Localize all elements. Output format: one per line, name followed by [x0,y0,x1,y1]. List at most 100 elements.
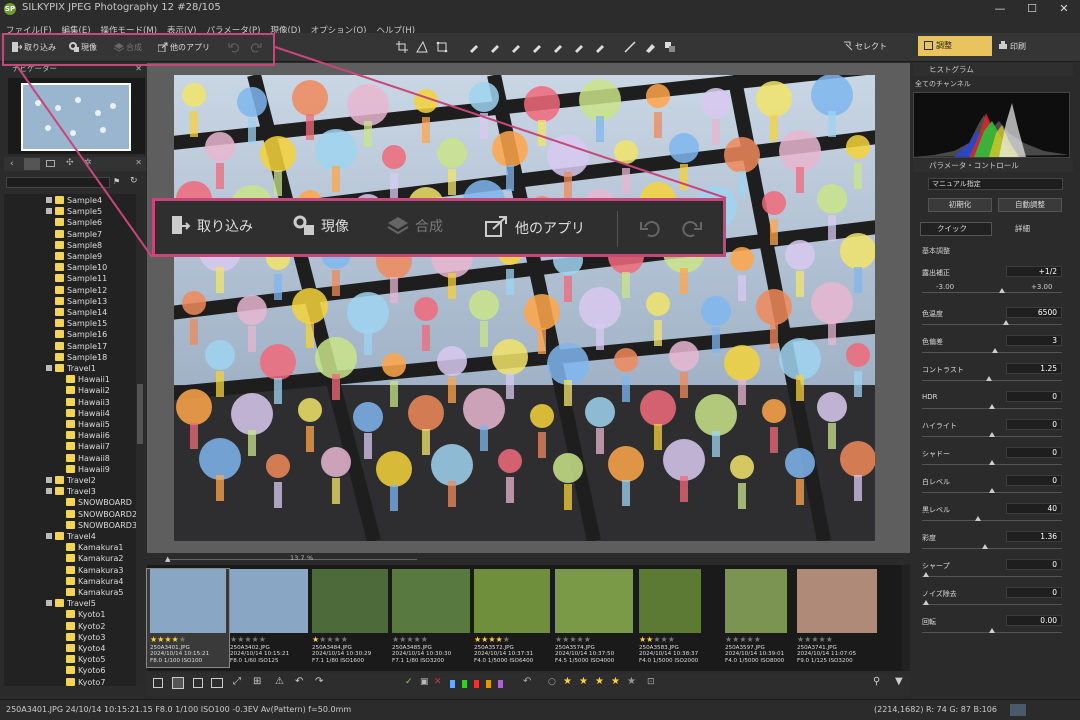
parameter-slider-knob[interactable] [975,516,981,521]
callout-other-apps-button[interactable]: 他のアプリ [485,215,585,240]
rating-star-icon[interactable]: ★ [414,635,421,644]
parameter-slider-knob[interactable] [989,488,995,493]
callout-composite-button[interactable]: 合成 [387,215,443,238]
thumb-rating[interactable]: ★★★★★ [230,635,266,644]
filmstrip-thumb[interactable]: ★★★★★ 250A3485.JPG 2024/10/14 10:30:30 F7.1… [389,569,473,667]
label-green-icon[interactable] [462,680,467,688]
parameter-slider-track[interactable] [922,520,1062,521]
rating-star-icon[interactable]: ★ [577,635,584,644]
rating-star-4[interactable]: ★ [611,676,620,687]
thumb-rating[interactable]: ★★★★★ [555,635,591,644]
filmstrip-thumb[interactable]: ★★★★★ 250A3583.JPG 2024/10/14 10:38:37 F4.0… [636,569,704,667]
rotate-right-icon[interactable]: ↷ [315,676,323,687]
parameter-value-field[interactable]: 3 [1006,335,1062,346]
rating-star-icon[interactable]: ★ [172,635,179,644]
preset-select[interactable]: マニュアル指定 [928,178,1063,190]
filmstrip-thumb[interactable]: ★★★★★ 250A3401.JPG 2024/10/14 10:15:21 F8.0… [146,568,230,668]
rating-star-icon[interactable]: ★ [164,635,171,644]
filmstrip-thumb[interactable]: ★★★★★ 250A3574.JPG 2024/10/14 10:37:50 F4.5… [552,569,636,667]
fullscreen-icon[interactable]: ⤢ [233,676,241,687]
rating-star-icon[interactable]: ★ [653,635,660,644]
filmstrip-thumb[interactable]: ★★★★★ 250A3484.JPG 2024/10/14 10:30:29 F7.1… [309,569,391,667]
thumb-rating[interactable]: ★★★★★ [474,635,510,644]
rating-star-2[interactable]: ★ [579,676,588,687]
thumb-rating[interactable]: ★★★★★ [725,635,761,644]
rating-star-icon[interactable]: ★ [488,635,495,644]
rating-star-icon[interactable]: ★ [179,635,186,644]
thumb-rating[interactable]: ★★★★★ [797,635,833,644]
parameter-slider-knob[interactable] [982,544,988,549]
parameter-slider-track[interactable] [922,292,1062,293]
parameter-slider-knob[interactable] [998,288,1005,293]
parameter-slider-knob[interactable] [986,376,993,381]
rating-star-icon[interactable]: ★ [819,635,826,644]
parameter-slider-knob[interactable] [989,404,995,409]
thumb-rating[interactable]: ★★★★★ [312,635,348,644]
filter-icon[interactable]: ▼ [895,676,903,687]
rating-star-icon[interactable]: ★ [421,635,428,644]
filmstrip-thumb[interactable]: ★★★★★ 250A3741.JPG 2024/10/14 11:07:05 F9.0… [794,569,880,667]
rating-star-icon[interactable]: ★ [747,635,754,644]
warning-icon[interactable]: ⚠ [275,676,284,687]
parameter-value-field[interactable]: 0 [1006,447,1062,458]
rating-star-icon[interactable]: ★ [503,635,510,644]
parameter-slider-knob[interactable] [1003,320,1009,325]
rating-star-icon[interactable]: ★ [811,635,818,644]
compare-view-icon[interactable] [211,678,223,688]
callout-import-button[interactable]: 取り込み [171,215,253,238]
parameter-value-field[interactable]: +1/2 [1006,266,1062,277]
auto-adjust-button[interactable]: 自動調整 [998,198,1062,212]
loupe-icon[interactable]: ⊞ [253,676,261,687]
grid-view-icon[interactable] [153,678,163,688]
callout-redo-icon[interactable] [681,218,703,238]
parameter-value-field[interactable]: 0 [1006,587,1062,598]
parameter-slider-knob[interactable] [989,628,995,633]
parameter-value-field[interactable]: 40 [1006,503,1062,514]
initialize-button[interactable]: 初期化 [928,198,992,212]
rating-star-icon[interactable]: ★ [326,635,333,644]
single-view-icon[interactable] [193,678,203,688]
parameter-value-field[interactable]: 1.25 [1006,363,1062,374]
rating-star-icon[interactable]: ★ [739,635,746,644]
rating-star-icon[interactable]: ★ [259,635,266,644]
rating-star-1[interactable]: ★ [563,676,572,687]
thumb-rating[interactable]: ★★★★★ [639,635,675,644]
parameter-slider-knob[interactable] [923,572,930,577]
parameter-slider-track[interactable] [922,604,1062,605]
thumb-rating[interactable]: ★★★★★ [392,635,428,644]
label-orange-icon[interactable] [486,680,491,688]
rating-star-icon[interactable]: ★ [334,635,341,644]
parameter-slider-track[interactable] [922,576,1062,577]
parameter-value-field[interactable]: 1.36 [1006,531,1062,542]
rotate-left-icon[interactable]: ↶ [295,676,303,687]
reset-rating-icon[interactable]: ↶ [523,676,531,687]
rating-star-icon[interactable]: ★ [826,635,833,644]
check-mark-icon[interactable]: ✓ [405,677,413,687]
filmstrip-view-icon[interactable] [172,677,184,689]
filmstrip-thumb[interactable]: ★★★★★ 250A3402.JPG 2024/10/14 10:15:21 F8.0… [227,569,311,667]
label-red-icon[interactable] [474,680,479,688]
label-blue-icon[interactable] [450,680,455,688]
parameter-value-field[interactable]: 6500 [1006,307,1062,318]
rating-star-5[interactable]: ★ [627,676,636,687]
channel-select[interactable]: 全てのチャンネル [915,79,971,89]
lock-icon[interactable]: ⊡ [647,677,655,687]
quick-tab[interactable]: クイック [920,222,992,236]
parameter-slider-knob[interactable] [923,600,930,605]
rating-zero-icon[interactable]: ○ [548,677,556,687]
filmstrip-thumb[interactable]: ★★★★★ 250A3597.JPG 2024/10/14 10:39:01 F4.0… [722,569,790,667]
parameter-slider-track[interactable] [922,324,1062,325]
zoom-slider-knob[interactable]: ▲ [165,555,170,563]
callout-undo-icon[interactable] [639,218,661,238]
rating-star-icon[interactable]: ★ [252,635,259,644]
parameter-slider-knob[interactable] [989,432,995,437]
rating-star-icon[interactable]: ★ [406,635,413,644]
rating-star-3[interactable]: ★ [595,676,604,687]
parameter-slider-track[interactable] [922,548,1062,549]
parameter-value-field[interactable]: 0 [1006,559,1062,570]
rating-star-icon[interactable]: ★ [244,635,251,644]
rating-star-icon[interactable]: ★ [668,635,675,644]
rating-star-icon[interactable]: ★ [569,635,576,644]
parameter-value-field[interactable]: 0 [1006,391,1062,402]
callout-develop-button[interactable]: 現像 [293,215,349,238]
